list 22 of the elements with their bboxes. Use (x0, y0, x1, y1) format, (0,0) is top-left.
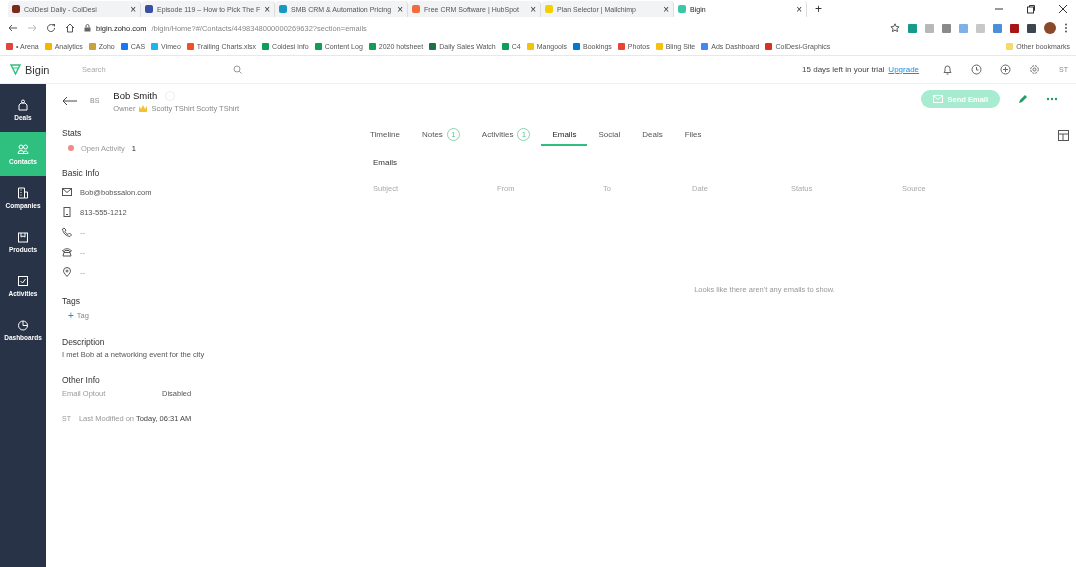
close-tab-button[interactable]: × (530, 3, 537, 15)
section-title: Other Info (62, 375, 101, 385)
tab[interactable]: Social (587, 124, 632, 146)
trial-notice: 15 days left in your trial (802, 65, 885, 74)
close-tab-button[interactable]: × (130, 3, 136, 15)
section-title: Basic Info (62, 168, 101, 178)
tab[interactable]: Timeline (359, 124, 411, 146)
close-tab-button[interactable]: × (663, 3, 670, 15)
tab[interactable]: Deals (631, 124, 674, 146)
section-title: Emails (373, 158, 398, 167)
app-logo[interactable]: Bigin (10, 63, 82, 76)
close-tab-button[interactable]: × (264, 3, 271, 15)
tab[interactable]: Files (673, 124, 713, 146)
section-title: Stats (62, 128, 83, 138)
close-tab-button[interactable]: × (796, 3, 803, 15)
close-tab-button[interactable]: × (397, 3, 404, 15)
section-title: Tags (62, 296, 81, 306)
upgrade-link[interactable]: Upgrade (888, 65, 920, 74)
contact-name: Bob Smith (113, 90, 158, 101)
section-title: Description (62, 337, 106, 347)
new-tab-button[interactable]: + (815, 2, 823, 16)
tab[interactable]: Emails (541, 124, 588, 146)
